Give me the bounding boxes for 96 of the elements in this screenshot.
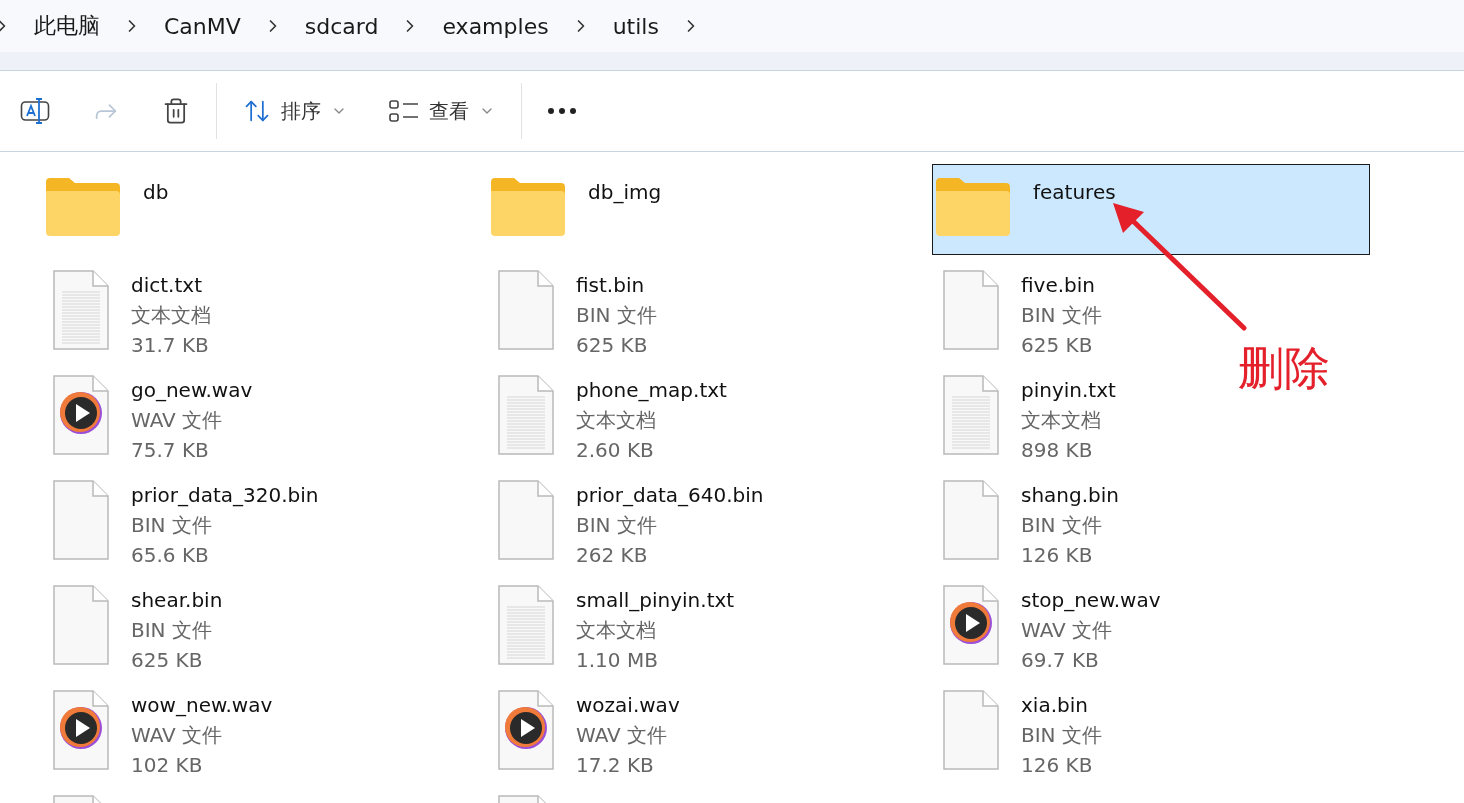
file-item[interactable]: five.bin BIN 文件 625 KB [932,255,1103,360]
file-name: shear.bin [131,587,223,614]
file-type: 文本文档 [1021,407,1102,434]
file-item[interactable]: dict.txt 文本文档 31.7 KB [42,255,212,360]
file-name: prior_data_320.bin [131,482,319,509]
file-item[interactable]: stop_new.wav WAV 文件 69.7 KB [932,570,1162,675]
view-button[interactable]: 查看 [377,87,507,135]
file-icon [53,480,109,560]
file-name: five.bin [1021,272,1097,299]
file-size: 625 KB [131,647,204,674]
file-size: 1.10 MB [576,647,659,674]
text-file-icon [498,585,554,665]
file-size: 31.7 KB [131,332,210,359]
file-icon [943,690,999,770]
file-item[interactable]: xia.bin BIN 文件 126 KB [932,675,1103,780]
breadcrumb-item[interactable]: utils [612,13,659,39]
file-name: shang.bin [1021,482,1119,509]
folder-icon [490,177,566,237]
file-size: 898 KB [1021,437,1094,464]
audio-file-icon [53,690,109,770]
file-item[interactable]: wow_new.wav WAV 文件 102 KB [42,675,274,780]
file-size: 126 KB [1021,752,1094,779]
file-icon [53,585,109,665]
breadcrumb-item[interactable]: examples [442,13,549,39]
rename-icon [20,96,50,126]
file-name: pinyin.txt [1021,377,1116,404]
file-item[interactable]: phone_map.txt 文本文档 2.60 KB [487,360,728,465]
file-size: 17.2 KB [576,752,655,779]
breadcrumb-item[interactable]: CanMV [164,13,241,39]
file-name: wow_new.wav [131,692,273,719]
file-type: WAV 文件 [1021,617,1114,644]
file-name: wozai.wav [576,692,680,719]
file-type: BIN 文件 [1021,302,1102,329]
file-type: BIN 文件 [1021,722,1102,749]
file-type: WAV 文件 [576,722,669,749]
folder-icon [45,177,121,237]
file-icon [498,480,554,560]
file-name: dict.txt [131,272,203,299]
file-item[interactable]: small_pinyin.txt 文本文档 1.10 MB [487,570,736,675]
file-type: BIN 文件 [131,512,213,539]
list-view-icon [389,99,419,123]
file-name: small_pinyin.txt [576,587,735,614]
file-type: BIN 文件 [576,302,657,329]
file-icon [943,270,999,350]
file-item[interactable]: db_img [487,164,663,255]
file-item[interactable]: shang.bin BIN 文件 126 KB [932,465,1120,570]
file-size: 69.7 KB [1021,647,1100,674]
audio-file-icon [53,375,109,455]
file-icon [498,270,554,350]
file-item[interactable]: prior_data_640.bin BIN 文件 262 KB [487,465,765,570]
selected-file-item[interactable]: features [932,164,1370,255]
file-type: 文本文档 [576,617,657,644]
file-size: 262 KB [576,542,649,569]
file-item[interactable]: pinyin.txt 文本文档 898 KB [932,360,1117,465]
file-item[interactable]: go_new.wav WAV 文件 75.7 KB [42,360,254,465]
file-item[interactable]: db [42,164,170,255]
file-size: 75.7 KB [131,437,210,464]
audio-file-icon [943,585,999,665]
breadcrumb-item[interactable]: 此电脑 [34,11,100,41]
file-item[interactable]: fist.bin BIN 文件 625 KB [487,255,658,360]
file-type: 文本文档 [576,407,657,434]
file-name: db [143,179,169,206]
file-item[interactable]: wozai.wav WAV 文件 17.2 KB [487,675,681,780]
file-type: WAV 文件 [131,407,224,434]
delete-icon [162,97,190,125]
file-size: 126 KB [1021,542,1094,569]
file-icon [943,480,999,560]
file-name: fist.bin [576,272,646,299]
text-file-icon [943,375,999,455]
file-type: BIN 文件 [131,617,213,644]
file-item[interactable]: prior_data_320.bin BIN 文件 65.6 KB [42,465,320,570]
file-size: 625 KB [1021,332,1094,359]
audio-file-icon [498,690,554,770]
file-size: 2.60 KB [576,437,655,464]
file-type: BIN 文件 [1021,512,1103,539]
file-size: 102 KB [131,752,204,779]
annotation-label: 删除 [1238,340,1330,397]
file-name: xia.bin [1021,692,1089,719]
folder-icon [935,177,1011,237]
file-item[interactable]: shear.bin BIN 文件 625 KB [42,570,224,675]
more-icon [548,108,576,114]
file-size: 625 KB [576,332,649,359]
breadcrumb-item[interactable]: sdcard [304,13,379,39]
file-name: features [1033,179,1116,206]
file-name: go_new.wav [131,377,253,404]
file-type: WAV 文件 [131,722,224,749]
text-file-icon [53,270,109,350]
text-file-icon [498,375,554,455]
file-name: stop_new.wav [1021,587,1161,614]
file-name: phone_map.txt [576,377,727,404]
file-size: 65.6 KB [131,542,210,569]
file-type: 文本文档 [131,302,211,329]
file-name: prior_data_640.bin [576,482,764,509]
sort-button[interactable]: 排序 [231,87,359,135]
file-type: BIN 文件 [576,512,658,539]
file-name: db_img [588,179,662,206]
